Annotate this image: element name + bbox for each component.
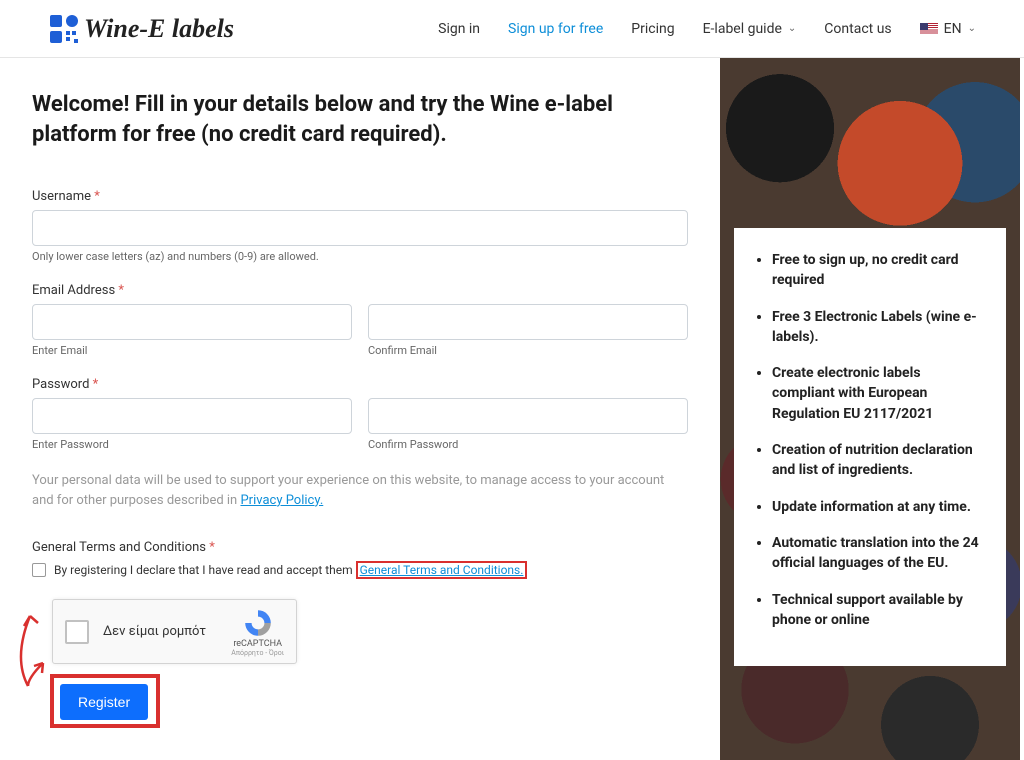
password-label: Password *: [32, 377, 688, 392]
list-item: Free to sign up, no credit card required: [772, 250, 986, 291]
benefits-box: Free to sign up, no credit card required…: [734, 228, 1006, 666]
terms-link[interactable]: General Terms and Conditions.: [360, 563, 524, 577]
recaptcha-badge: reCAPTCHA Απόρρητο - Όροι: [231, 607, 284, 657]
recaptcha-widget: Δεν είμαι ρομπότ reCAPTCHA Απόρρητο - Όρ…: [52, 599, 297, 664]
page-title: Welcome! Fill in your details below and …: [32, 90, 688, 149]
nav-pricing[interactable]: Pricing: [631, 21, 674, 37]
list-item: Technical support available by phone or …: [772, 590, 986, 631]
email-group: Email Address * Enter Email Confirm Emai…: [32, 283, 688, 357]
privacy-policy-link[interactable]: Privacy Policy.: [240, 493, 323, 508]
benefits-list: Free to sign up, no credit card required…: [754, 250, 986, 630]
password-group: Password * Enter Password Confirm Passwo…: [32, 377, 688, 451]
logo[interactable]: Wine-E labels: [48, 13, 234, 45]
required-icon: *: [209, 540, 215, 555]
username-input[interactable]: [32, 210, 688, 246]
username-group: Username * Only lower case letters (az) …: [32, 189, 688, 263]
terms-check-text: By registering I declare that I have rea…: [54, 561, 527, 579]
recaptcha-logo-icon: [242, 607, 274, 639]
logo-icon: [48, 13, 80, 45]
required-icon: *: [118, 283, 124, 298]
terms-label: General Terms and Conditions *: [32, 540, 688, 555]
nav-sign-in[interactable]: Sign in: [438, 21, 480, 37]
list-item: Update information at any time.: [772, 497, 986, 517]
list-item: Creation of nutrition declaration and li…: [772, 440, 986, 481]
nav-elabel-guide-label: E-label guide: [703, 21, 782, 37]
username-hint: Only lower case letters (az) and numbers…: [32, 250, 688, 263]
password-input[interactable]: [32, 398, 352, 434]
terms-group: General Terms and Conditions * By regist…: [32, 540, 688, 579]
username-label: Username *: [32, 189, 688, 204]
email-enter-label: Enter Email: [32, 344, 352, 357]
chevron-down-icon: ⌄: [788, 23, 796, 34]
recaptcha-terms: Απόρρητο - Όροι: [231, 649, 284, 657]
nav: Sign in Sign up for free Pricing E-label…: [438, 21, 976, 37]
form-area: Welcome! Fill in your details below and …: [0, 58, 720, 760]
required-icon: *: [93, 377, 99, 392]
email-confirm-input[interactable]: [368, 304, 688, 340]
email-input[interactable]: [32, 304, 352, 340]
chevron-down-icon: ⌄: [968, 23, 976, 34]
password-confirm-label: Confirm Password: [368, 438, 688, 451]
logo-text: Wine-E labels: [84, 14, 234, 44]
recaptcha-brand: reCAPTCHA: [231, 639, 284, 649]
header: Wine-E labels Sign in Sign up for free P…: [0, 0, 1024, 58]
list-item: Create electronic labels compliant with …: [772, 363, 986, 424]
list-item: Automatic translation into the 24 offici…: [772, 533, 986, 574]
nav-elabel-guide[interactable]: E-label guide ⌄: [703, 21, 797, 37]
terms-checkbox[interactable]: [32, 563, 46, 577]
terms-link-highlight-box: General Terms and Conditions.: [356, 561, 528, 579]
required-icon: *: [94, 189, 100, 204]
register-button[interactable]: Register: [60, 684, 148, 720]
sidebar: Free to sign up, no credit card required…: [720, 58, 1020, 760]
nav-contact[interactable]: Contact us: [824, 21, 891, 37]
flag-icon: [920, 23, 938, 35]
email-label: Email Address *: [32, 283, 688, 298]
main-container: Welcome! Fill in your details below and …: [0, 58, 1024, 760]
annotation-arrow-icon: [8, 608, 48, 688]
password-confirm-input[interactable]: [368, 398, 688, 434]
nav-language[interactable]: EN ⌄: [920, 21, 976, 37]
list-item: Free 3 Electronic Labels (wine e-labels)…: [772, 307, 986, 348]
nav-sign-up[interactable]: Sign up for free: [508, 21, 603, 37]
register-highlight-box: Register: [50, 674, 160, 728]
nav-language-label: EN: [944, 21, 962, 37]
recaptcha-label: Δεν είμαι ρομπότ: [103, 624, 217, 639]
password-enter-label: Enter Password: [32, 438, 352, 451]
recaptcha-checkbox[interactable]: [65, 620, 89, 644]
email-confirm-label: Confirm Email: [368, 344, 688, 357]
privacy-text: Your personal data will be used to suppo…: [32, 471, 688, 510]
